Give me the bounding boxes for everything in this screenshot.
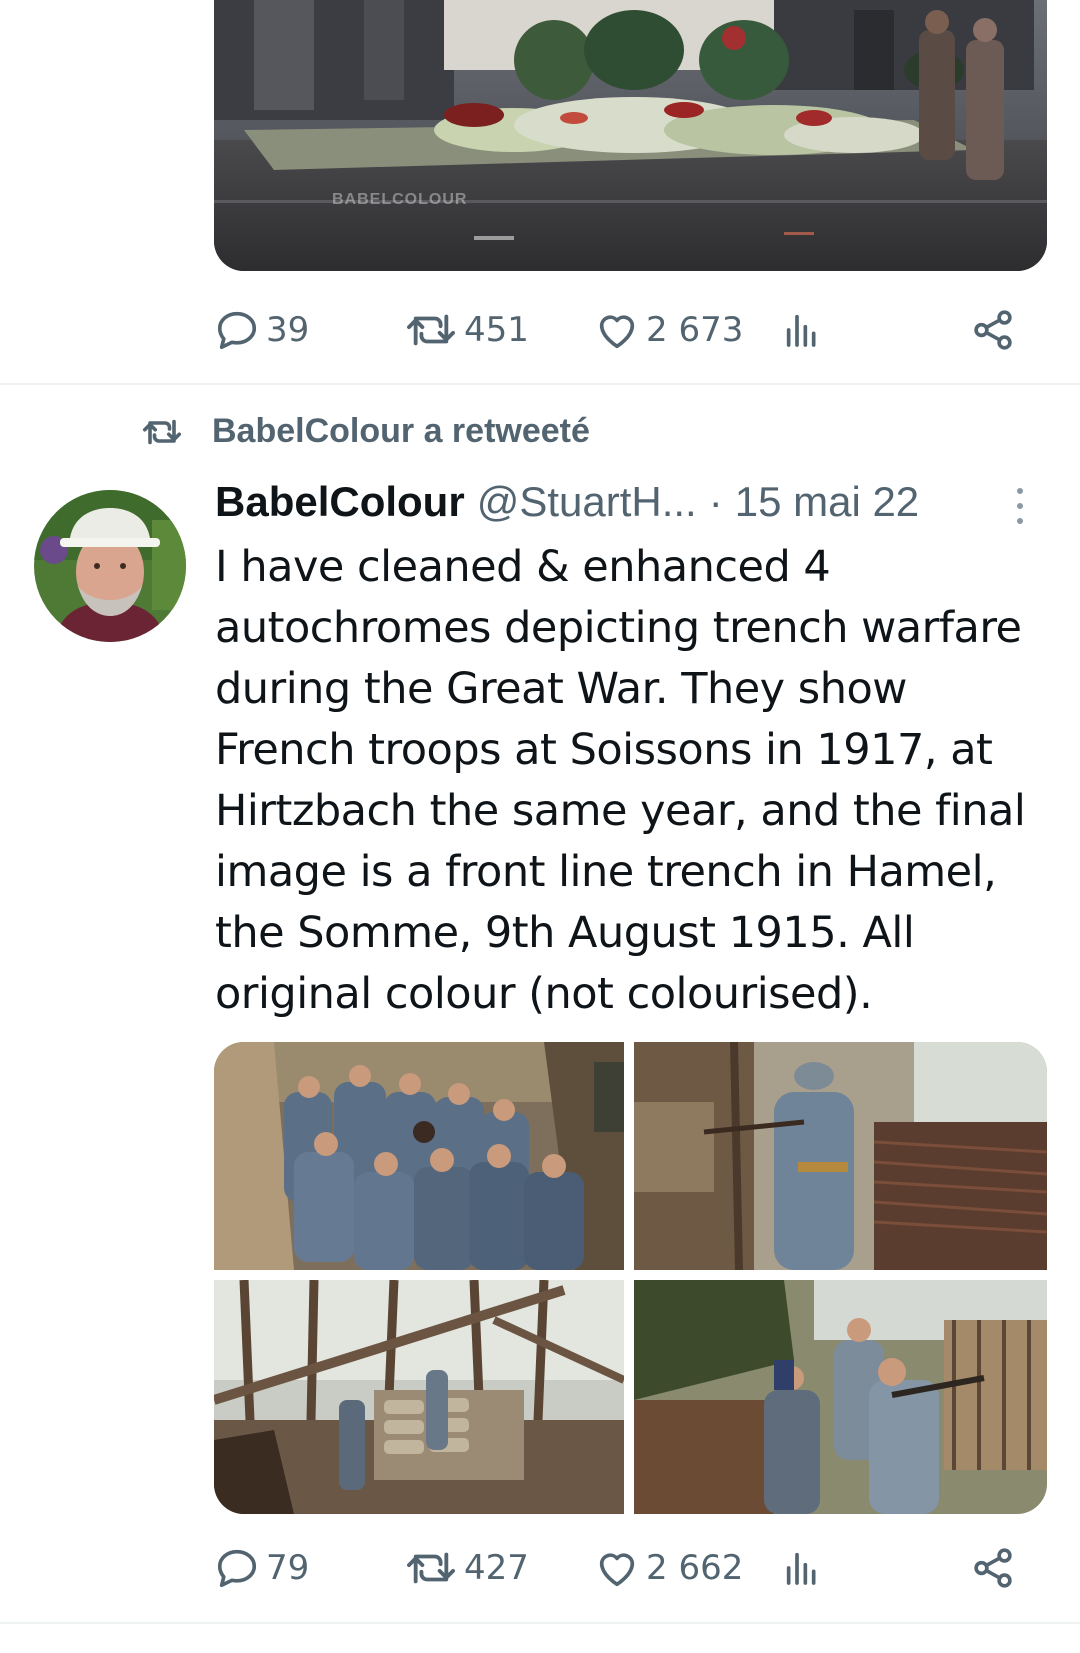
reply-icon	[217, 1549, 257, 1588]
memorial-photo[interactable]: BABELCOLOUR	[214, 0, 1047, 271]
share-button[interactable]	[970, 307, 1016, 353]
like-button[interactable]: 2 662	[594, 1545, 743, 1591]
author-name[interactable]: BabelColour	[215, 478, 465, 526]
retweet-icon	[407, 1552, 455, 1584]
photo-4[interactable]	[634, 1280, 1047, 1514]
tweet-text: I have cleaned & enhanced 4 autochromes …	[215, 542, 1026, 1019]
avatar[interactable]	[34, 490, 186, 642]
views-button[interactable]	[782, 310, 822, 350]
photo-soldiers-group	[214, 1042, 624, 1270]
retweet-icon	[407, 314, 455, 346]
heart-icon	[599, 1553, 635, 1587]
timeline: BABELCOLOUR 39 451 2 673 BabelColour a r…	[0, 0, 1080, 1653]
tweet-divider	[0, 1622, 1080, 1624]
heart-icon	[599, 315, 635, 349]
retweet-count: 427	[464, 1548, 529, 1588]
tweet-date[interactable]: 15 mai 22	[735, 478, 919, 526]
share-icon	[974, 1548, 1012, 1588]
like-count: 2 673	[646, 310, 744, 350]
retweet-icon	[142, 419, 182, 444]
reply-button[interactable]: 39	[214, 307, 309, 353]
share-icon	[974, 310, 1012, 350]
reply-count: 39	[266, 310, 310, 350]
photo-1[interactable]	[214, 1042, 624, 1270]
views-button[interactable]	[782, 1548, 822, 1588]
header-separator: ·	[708, 478, 723, 525]
avatar-photo	[34, 490, 186, 642]
memorial-photo-art	[214, 0, 1047, 271]
views-icon	[786, 1552, 816, 1585]
retweet-button[interactable]: 427	[404, 1545, 529, 1591]
tweet-divider	[0, 383, 1080, 385]
photo-firing-line	[634, 1280, 1047, 1514]
photo-grid	[214, 1042, 1047, 1514]
photo-2[interactable]	[634, 1042, 1047, 1270]
retweet-context[interactable]: BabelColour a retweeté	[140, 412, 590, 451]
retweet-button[interactable]: 451	[404, 307, 529, 353]
share-button[interactable]	[970, 1545, 1016, 1591]
photo-3[interactable]	[214, 1280, 624, 1514]
like-button[interactable]: 2 673	[594, 307, 743, 353]
reply-count: 79	[266, 1548, 310, 1588]
photo-forest-trench	[214, 1280, 624, 1514]
reply-icon	[217, 311, 257, 350]
more-icon[interactable]	[1010, 484, 1030, 528]
reply-button[interactable]: 79	[214, 1545, 309, 1591]
retweet-count: 451	[464, 310, 529, 350]
tweet-header: BabelColour @StuartH... · 15 mai 22	[215, 478, 1055, 534]
prev-tweet-actions: 39 451 2 673	[214, 300, 1014, 360]
tweet-actions: 79 427 2 662	[214, 1538, 1014, 1598]
like-count: 2 662	[646, 1548, 744, 1588]
photo-soldier-trench	[634, 1042, 1047, 1270]
image-watermark: BABELCOLOUR	[332, 191, 468, 208]
views-icon	[786, 314, 816, 347]
retweet-context-text: BabelColour a retweeté	[212, 412, 590, 450]
author-handle[interactable]: @StuartH...	[477, 478, 697, 526]
